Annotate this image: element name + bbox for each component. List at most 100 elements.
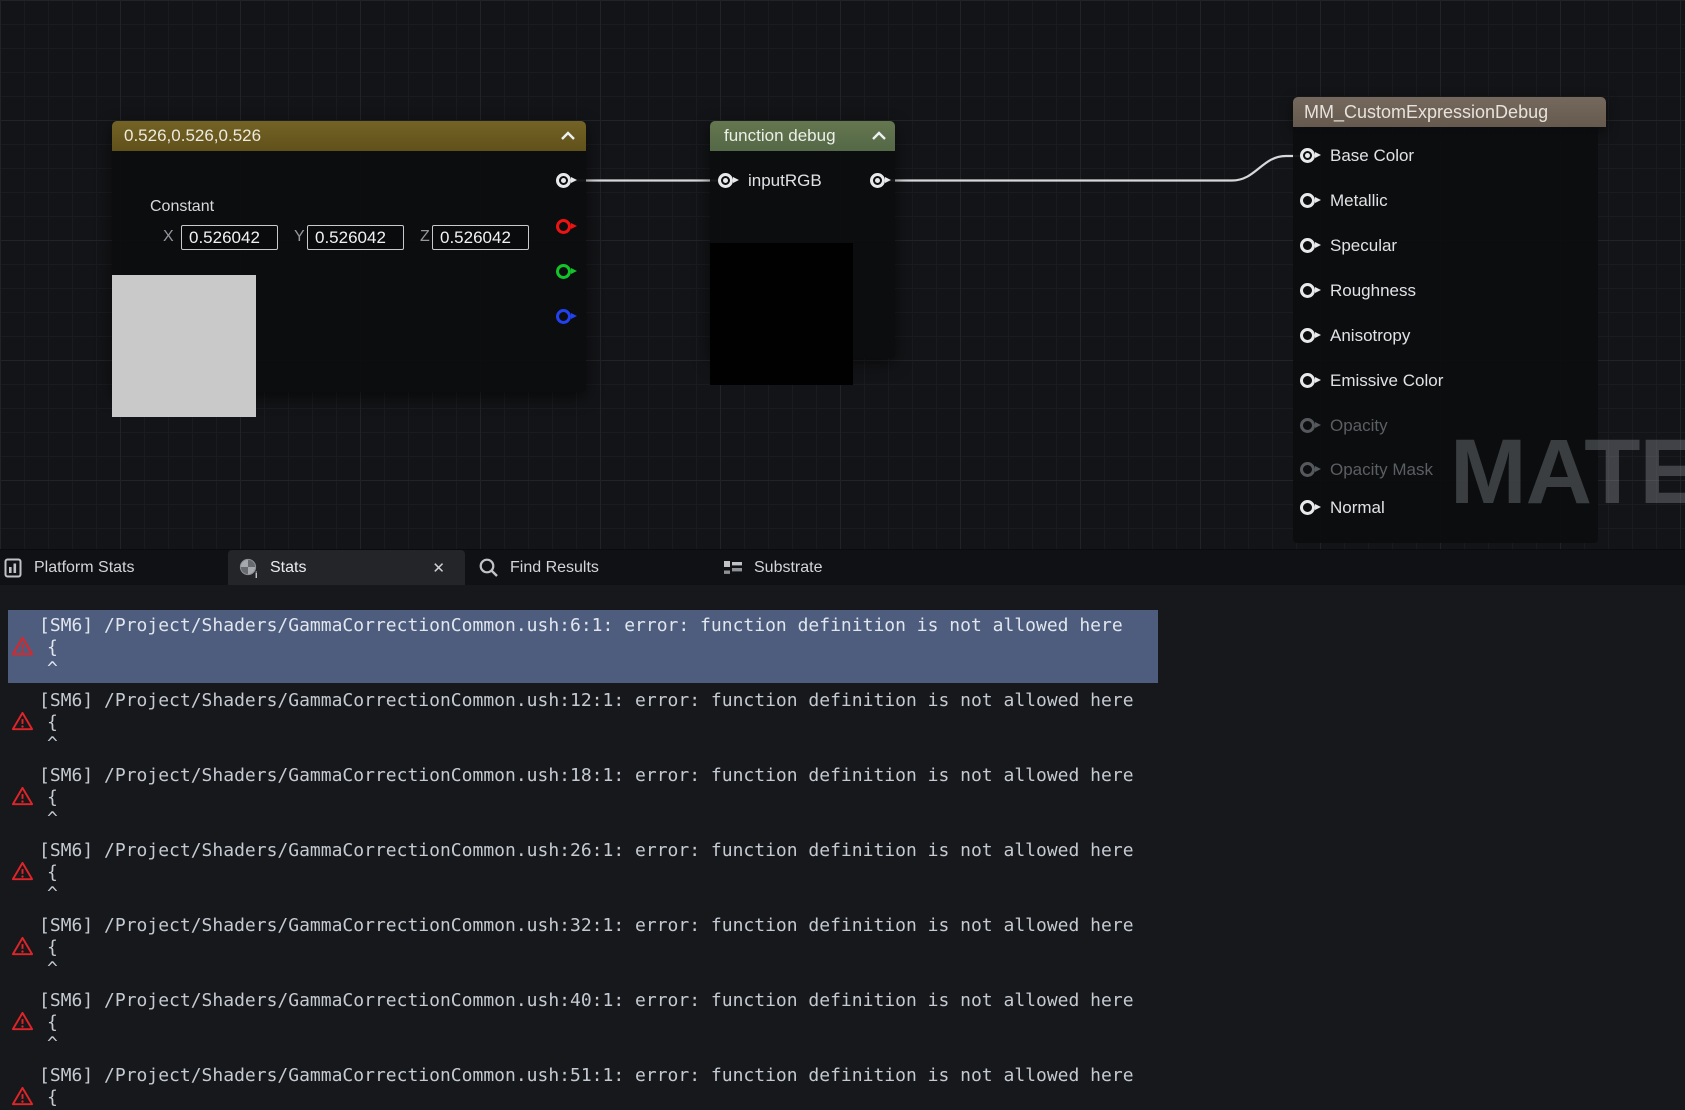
material-output-node-header[interactable]: MM_CustomExpressionDebug bbox=[1293, 97, 1606, 127]
roughness-pin-label: Roughness bbox=[1330, 281, 1417, 300]
log-entry[interactable]: [SM6] /Project/Shaders/GammaCorrectionCo… bbox=[0, 610, 1685, 683]
tab-substrate[interactable]: Substrate bbox=[722, 550, 822, 585]
function-debug-node-header[interactable]: function debug bbox=[710, 121, 895, 151]
log-message: [SM6] /Project/Shaders/GammaCorrectionCo… bbox=[39, 615, 1123, 636]
constant-node-title: 0.526,0.526,0.526 bbox=[124, 126, 262, 145]
normal-pin-label: Normal bbox=[1330, 498, 1385, 517]
tab-platform-stats[interactable]: Platform Stats bbox=[4, 550, 134, 585]
log-message: [SM6] /Project/Shaders/GammaCorrectionCo… bbox=[39, 915, 1134, 936]
opacity-pin bbox=[1300, 418, 1321, 433]
material-output-node[interactable]: MM_CustomExpressionDebug Base Color Meta… bbox=[1293, 97, 1606, 543]
base-color-pin[interactable] bbox=[1300, 148, 1321, 163]
material-output-node-body: Base Color Metallic Specular Roughness A… bbox=[1293, 127, 1598, 543]
z-axis-label: Z bbox=[420, 228, 430, 245]
x-axis-label: X bbox=[163, 228, 174, 245]
warning-icon bbox=[11, 711, 34, 731]
log-entry[interactable]: [SM6] /Project/Shaders/GammaCorrectionCo… bbox=[0, 760, 1685, 833]
log-brace: { bbox=[47, 862, 58, 883]
log-message: [SM6] /Project/Shaders/GammaCorrectionCo… bbox=[39, 840, 1134, 861]
opacity-mask-pin-label: Opacity Mask bbox=[1330, 460, 1433, 479]
message-log[interactable]: [SM6] /Project/Shaders/GammaCorrectionCo… bbox=[0, 585, 1685, 1110]
tab-find-results-label: Find Results bbox=[510, 558, 599, 576]
emissive-color-pin-label: Emissive Color bbox=[1330, 371, 1444, 390]
pin-row-metallic: Metallic bbox=[1293, 191, 1598, 211]
y-axis-label: Y bbox=[294, 228, 305, 245]
metallic-pin-label: Metallic bbox=[1330, 191, 1388, 210]
warning-icon bbox=[11, 786, 34, 806]
graph-canvas[interactable]: 0.526,0.526,0.526 Constant X Y Z bbox=[0, 0, 1685, 549]
log-caret: ^ bbox=[47, 658, 58, 679]
opacity-mask-pin bbox=[1300, 462, 1321, 477]
pin-row-normal: Normal bbox=[1293, 498, 1598, 518]
constant-red-output-pin[interactable] bbox=[556, 219, 577, 234]
warning-icon bbox=[11, 636, 34, 656]
inputrgb-pin-label: inputRGB bbox=[748, 171, 822, 190]
close-icon[interactable]: ✕ bbox=[432, 559, 445, 577]
function-debug-preview-swatch bbox=[710, 243, 853, 385]
base-color-pin-label: Base Color bbox=[1330, 146, 1415, 165]
roughness-pin[interactable] bbox=[1300, 283, 1321, 298]
constant-preview-swatch bbox=[112, 275, 256, 417]
inputrgb-input-pin[interactable] bbox=[718, 173, 739, 188]
constant-param-label: Constant bbox=[150, 198, 215, 215]
anisotropy-pin-label: Anisotropy bbox=[1330, 326, 1411, 345]
log-entry[interactable]: [SM6] /Project/Shaders/GammaCorrectionCo… bbox=[0, 1060, 1685, 1110]
x-value-field[interactable] bbox=[181, 225, 278, 250]
constant-xyz-row: X Y Z bbox=[112, 225, 586, 250]
function-debug-node[interactable]: function debug inputRGB bbox=[710, 121, 895, 385]
function-debug-output-pin[interactable] bbox=[870, 173, 891, 188]
panel-tab-bar: Platform Stats i Stats ✕ Find Results Su… bbox=[0, 550, 1685, 585]
material-output-node-title: MM_CustomExpressionDebug bbox=[1304, 101, 1549, 122]
pin-row-roughness: Roughness bbox=[1293, 281, 1598, 301]
emissive-color-pin[interactable] bbox=[1300, 373, 1321, 388]
log-caret: ^ bbox=[47, 883, 58, 904]
opacity-pin-label: Opacity bbox=[1330, 416, 1388, 435]
log-caret: ^ bbox=[47, 733, 58, 754]
pin-row-base-color: Base Color bbox=[1293, 146, 1598, 166]
log-brace: { bbox=[47, 637, 58, 658]
constant-output-pin[interactable] bbox=[556, 173, 577, 188]
constant-node-header[interactable]: 0.526,0.526,0.526 bbox=[112, 121, 586, 151]
metallic-pin[interactable] bbox=[1300, 193, 1321, 208]
substrate-icon bbox=[722, 557, 744, 579]
wire-debug-to-basecolor bbox=[884, 154, 1300, 182]
log-entry[interactable]: [SM6] /Project/Shaders/GammaCorrectionCo… bbox=[0, 835, 1685, 908]
constant-green-output-pin[interactable] bbox=[556, 264, 577, 279]
pin-row-anisotropy: Anisotropy bbox=[1293, 326, 1598, 346]
material-editor-screen: 0.526,0.526,0.526 Constant X Y Z bbox=[0, 0, 1685, 1110]
log-entry[interactable]: [SM6] /Project/Shaders/GammaCorrectionCo… bbox=[0, 985, 1685, 1058]
log-message: [SM6] /Project/Shaders/GammaCorrectionCo… bbox=[39, 990, 1134, 1011]
anisotropy-pin[interactable] bbox=[1300, 328, 1321, 343]
constant-blue-output-pin[interactable] bbox=[556, 309, 577, 324]
log-message: [SM6] /Project/Shaders/GammaCorrectionCo… bbox=[39, 765, 1134, 786]
log-message: [SM6] /Project/Shaders/GammaCorrectionCo… bbox=[39, 690, 1134, 711]
tab-stats[interactable]: i Stats ✕ bbox=[228, 550, 465, 585]
log-entry[interactable]: [SM6] /Project/Shaders/GammaCorrectionCo… bbox=[0, 685, 1685, 758]
collapse-chevron-icon[interactable] bbox=[560, 131, 576, 141]
log-brace: { bbox=[47, 1012, 58, 1033]
normal-pin[interactable] bbox=[1300, 500, 1321, 515]
warning-icon bbox=[11, 1086, 34, 1106]
log-entry[interactable]: [SM6] /Project/Shaders/GammaCorrectionCo… bbox=[0, 910, 1685, 983]
tab-find-results[interactable]: Find Results bbox=[478, 550, 599, 585]
svg-text:i: i bbox=[255, 570, 258, 579]
pin-row-emissive-color: Emissive Color bbox=[1293, 371, 1598, 391]
tab-platform-stats-label: Platform Stats bbox=[34, 558, 135, 576]
pin-row-opacity: Opacity bbox=[1293, 416, 1598, 436]
log-brace: { bbox=[47, 712, 58, 733]
warning-icon bbox=[11, 861, 34, 881]
y-value-field[interactable] bbox=[307, 225, 404, 250]
log-message: [SM6] /Project/Shaders/GammaCorrectionCo… bbox=[39, 1065, 1134, 1086]
bottom-panel: Platform Stats i Stats ✕ Find Results Su… bbox=[0, 549, 1685, 1110]
constant-node[interactable]: 0.526,0.526,0.526 Constant X Y Z bbox=[112, 121, 586, 417]
log-brace: { bbox=[47, 1087, 58, 1108]
search-icon bbox=[478, 557, 500, 579]
specular-pin[interactable] bbox=[1300, 238, 1321, 253]
collapse-chevron-icon[interactable] bbox=[871, 131, 887, 141]
warning-icon bbox=[11, 936, 34, 956]
z-value-field[interactable] bbox=[432, 225, 529, 250]
constant-node-body: Constant X Y Z bbox=[112, 151, 586, 417]
function-debug-node-body: inputRGB bbox=[710, 151, 895, 385]
stats-icon: i bbox=[238, 557, 260, 579]
warning-icon bbox=[11, 1011, 34, 1031]
